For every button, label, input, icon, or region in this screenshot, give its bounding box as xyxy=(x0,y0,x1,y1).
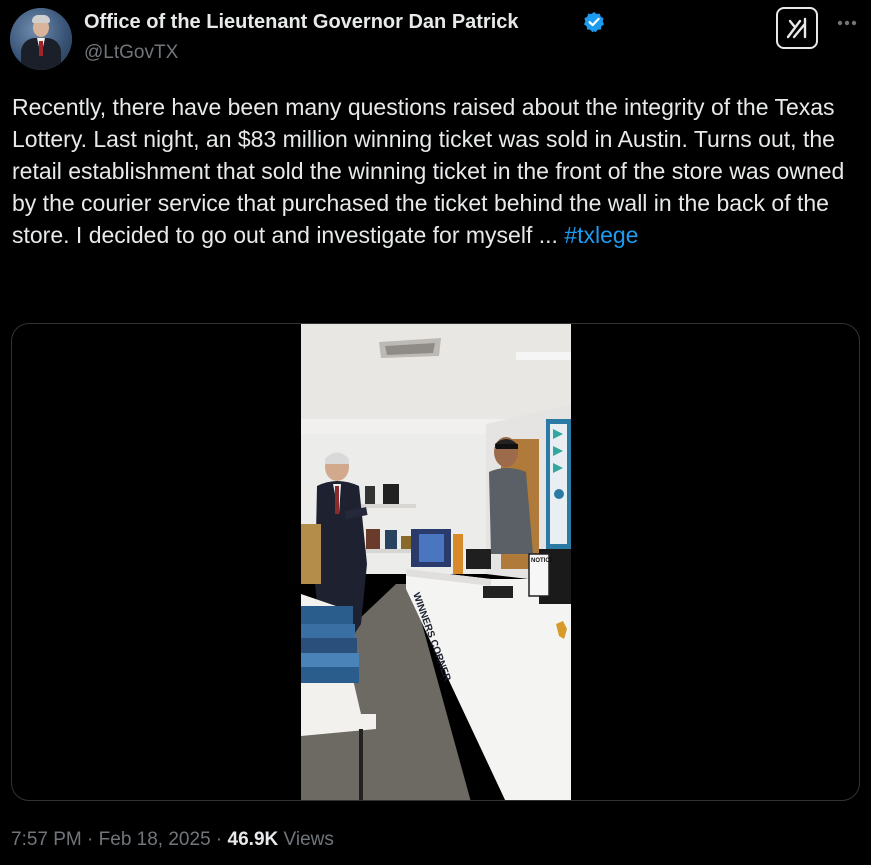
more-options-icon[interactable] xyxy=(832,8,862,38)
tweet-text: Recently, there have been many questions… xyxy=(12,91,864,251)
tweet-meta: 7:57 PM · Feb 18, 2025 · 46.9K Views xyxy=(11,829,334,851)
tweet-time[interactable]: 7:57 PM xyxy=(11,829,82,850)
video-frame[interactable]: WINNERS CORNER NOTICE xyxy=(301,324,571,801)
author-display-name[interactable]: Office of the Lieutenant Governor Dan Pa… xyxy=(84,11,519,34)
grok-icon xyxy=(786,17,807,39)
meta-separator: · xyxy=(210,829,228,850)
meta-separator: · xyxy=(81,829,99,850)
tweet-date[interactable]: Feb 18, 2025 xyxy=(99,829,211,850)
grok-button[interactable] xyxy=(776,7,818,49)
video-media[interactable]: WINNERS CORNER NOTICE xyxy=(11,323,860,801)
notice-sign-text: NOTICE xyxy=(531,558,554,564)
views-count[interactable]: 46.9K xyxy=(228,829,279,850)
verified-badge-icon xyxy=(584,12,604,33)
author-handle[interactable]: @LtGovTX xyxy=(84,42,178,64)
hashtag-link[interactable]: #txlege xyxy=(564,222,638,248)
avatar-tie xyxy=(39,41,43,56)
avatar[interactable] xyxy=(10,8,72,70)
tweet-body: Recently, there have been many questions… xyxy=(12,94,845,248)
avatar-hair xyxy=(32,15,50,23)
views-label: Views xyxy=(278,829,334,850)
